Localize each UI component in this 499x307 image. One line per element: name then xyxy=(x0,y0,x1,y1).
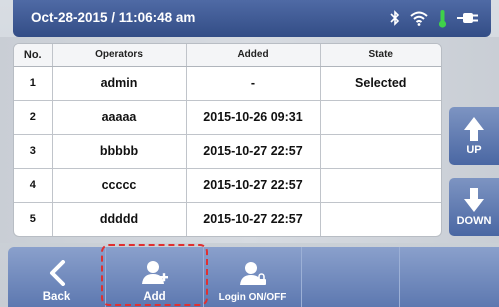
table-row[interactable]: 4 ccccc 2015-10-27 22:57 xyxy=(14,168,441,203)
datetime-label: Oct-28-2015 / 11:06:48 am xyxy=(31,10,196,25)
wifi-icon xyxy=(410,11,428,26)
row-no: 5 xyxy=(14,202,53,236)
arrow-down-icon xyxy=(464,188,484,212)
row-operator: ddddd xyxy=(52,202,187,236)
row-added: 2015-10-27 22:57 xyxy=(186,134,321,169)
row-operator: bbbbb xyxy=(52,134,187,169)
back-label: Back xyxy=(42,291,71,303)
operators-table: No. Operators Added State 1 admin - Sele… xyxy=(13,43,442,237)
row-no: 1 xyxy=(14,66,53,101)
add-label: Add xyxy=(143,291,166,303)
row-no: 4 xyxy=(14,168,53,203)
column-header-no: No. xyxy=(14,44,53,67)
login-toggle-button[interactable]: Login ON/OFF xyxy=(204,247,302,307)
row-operator: aaaaa xyxy=(52,100,187,135)
chevron-left-icon xyxy=(48,257,66,289)
row-operator: ccccc xyxy=(52,168,187,203)
bluetooth-icon xyxy=(390,10,400,26)
row-added: 2015-10-27 22:57 xyxy=(186,168,321,203)
column-header-added: Added xyxy=(186,44,321,67)
content-area: No. Operators Added State 1 admin - Sele… xyxy=(0,37,499,243)
row-added: 2015-10-26 09:31 xyxy=(186,100,321,135)
row-state xyxy=(320,168,441,203)
up-label: UP xyxy=(466,144,482,156)
table-row[interactable]: 2 aaaaa 2015-10-26 09:31 xyxy=(14,100,441,135)
thermometer-icon xyxy=(438,9,447,28)
table-header-row: No. Operators Added State xyxy=(14,44,441,67)
back-button[interactable]: Back xyxy=(8,247,106,307)
row-state xyxy=(320,202,441,236)
login-label: Login ON/OFF xyxy=(218,292,287,303)
column-header-state: State xyxy=(320,44,441,67)
up-button[interactable]: UP xyxy=(449,107,499,165)
table-row[interactable]: 5 ddddd 2015-10-27 22:57 xyxy=(14,202,441,236)
add-operator-button[interactable]: Add xyxy=(106,247,204,307)
table-row[interactable]: 1 admin - Selected xyxy=(14,66,441,101)
empty-toolbar-slot xyxy=(302,247,400,307)
arrow-up-icon xyxy=(464,117,484,141)
battery-plug-icon xyxy=(457,11,479,25)
row-no: 2 xyxy=(14,100,53,135)
operator-management-screen: Oct-28-2015 / 11:06:48 am No. Operators … xyxy=(0,0,499,307)
row-no: 3 xyxy=(14,134,53,169)
down-label: DOWN xyxy=(456,215,492,227)
row-state xyxy=(320,134,441,169)
row-state xyxy=(320,100,441,135)
down-button[interactable]: DOWN xyxy=(449,178,499,236)
row-state: Selected xyxy=(320,66,441,101)
status-icons xyxy=(390,8,479,28)
bottom-toolbar: Back Add Login ON/OFF xyxy=(8,247,499,307)
table-row[interactable]: 3 bbbbb 2015-10-27 22:57 xyxy=(14,134,441,169)
user-login-icon xyxy=(239,258,267,290)
empty-toolbar-slot xyxy=(400,247,499,307)
row-operator: admin xyxy=(52,66,187,101)
status-bar: Oct-28-2015 / 11:06:48 am xyxy=(13,0,491,37)
add-user-icon xyxy=(141,257,169,289)
column-header-operators: Operators xyxy=(52,44,187,67)
row-added: - xyxy=(186,66,321,101)
row-added: 2015-10-27 22:57 xyxy=(186,202,321,236)
